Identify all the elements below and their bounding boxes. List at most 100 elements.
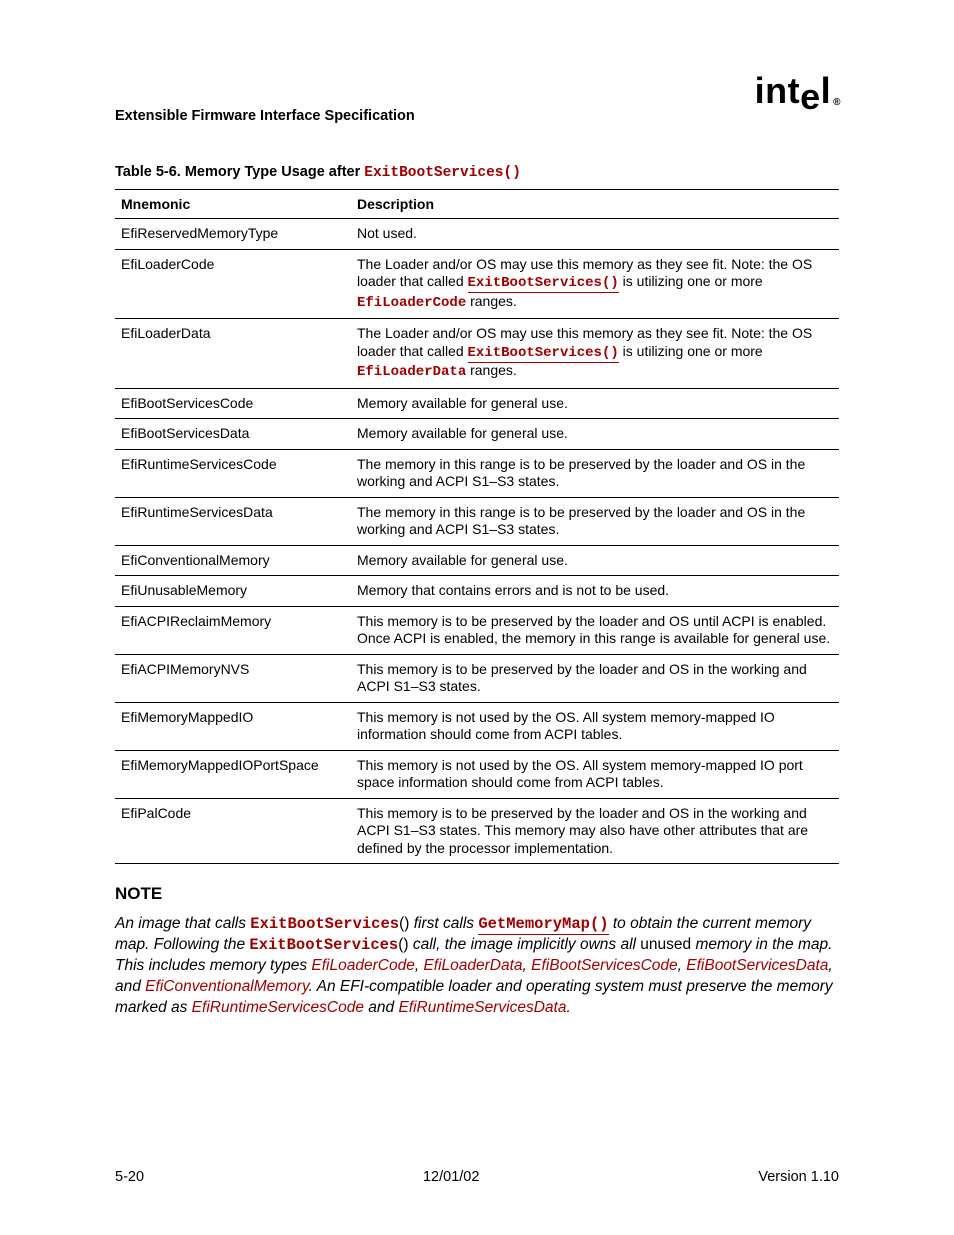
cell-mnemonic: EfiBootServicesCode <box>115 388 351 419</box>
page: Extensible Firmware Interface Specificat… <box>0 0 954 1235</box>
text: This memory is not used by the OS. All s… <box>357 757 803 791</box>
cell-mnemonic: EfiLoaderData <box>115 319 351 389</box>
text: ranges. <box>466 293 517 309</box>
text: Memory that contains errors and is not t… <box>357 582 669 598</box>
term-red: EfiRuntimeServicesData <box>398 999 566 1016</box>
text: This memory is not used by the OS. All s… <box>357 709 775 743</box>
text: Not used. <box>357 225 417 241</box>
code-token: EfiLoaderData <box>357 364 466 380</box>
text: Memory available for general use. <box>357 395 568 411</box>
text: ranges. <box>466 362 517 378</box>
text: . <box>566 999 570 1016</box>
note-heading: NOTE <box>115 884 839 904</box>
text: This memory is to be preserved by the lo… <box>357 661 807 695</box>
code-link[interactable]: ExitBootServices() <box>468 275 619 293</box>
table-row: EfiRuntimeServicesDataThe memory in this… <box>115 497 839 545</box>
text: () <box>398 936 408 953</box>
cell-description: This memory is to be preserved by the lo… <box>351 798 839 864</box>
cell-mnemonic: EfiMemoryMappedIO <box>115 702 351 750</box>
table-caption-code: ExitBootServices() <box>364 165 521 181</box>
cell-mnemonic: EfiConventionalMemory <box>115 545 351 576</box>
cell-mnemonic: EfiACPIMemoryNVS <box>115 654 351 702</box>
text: call, the image implicitly owns all <box>409 936 641 953</box>
trademark-icon: ® <box>833 97 841 108</box>
cell-mnemonic: EfiLoaderCode <box>115 249 351 319</box>
table-row: EfiUnusableMemory Memory that contains er… <box>115 576 839 607</box>
footer-page-number: 5-20 <box>115 1169 144 1185</box>
cell-mnemonic: EfiUnusableMemory <box>115 576 351 607</box>
memory-type-table: Mnemonic Description EfiReservedMemoryTy… <box>115 189 839 864</box>
text: and <box>364 999 398 1016</box>
table-row: EfiACPIReclaimMemoryThis memory is to be… <box>115 606 839 654</box>
text: The memory in this range is to be preser… <box>357 456 805 490</box>
code-token: EfiLoaderCode <box>357 295 466 311</box>
text: Memory available for general use. <box>357 425 568 441</box>
text: This memory is to be preserved by the lo… <box>357 613 830 647</box>
text: An image that calls <box>115 915 250 932</box>
text: The memory in this range is to be preser… <box>357 504 805 538</box>
page-footer: 5-20 12/01/02 Version 1.10 <box>115 1169 839 1185</box>
cell-description: The Loader and/or OS may use this memory… <box>351 319 839 389</box>
table-row: EfiConventionalMemory Memory available fo… <box>115 545 839 576</box>
code-token: ExitBootServices <box>250 915 399 933</box>
text: is utilizing one or more <box>619 343 763 359</box>
text: Memory available for general use. <box>357 552 568 568</box>
cell-description: This memory is to be preserved by the lo… <box>351 654 839 702</box>
footer-version: Version 1.10 <box>758 1169 839 1185</box>
table-row: EfiBootServicesData Memory available for … <box>115 419 839 450</box>
cell-mnemonic: EfiRuntimeServicesCode <box>115 449 351 497</box>
term-red: EfiBootServicesData <box>686 957 828 974</box>
text: This memory is to be preserved by the lo… <box>357 805 808 856</box>
cell-description: The memory in this range is to be preser… <box>351 497 839 545</box>
table-caption-prefix: Table 5-6. Memory Type Usage after <box>115 164 364 180</box>
text: is utilizing one or more <box>619 273 763 289</box>
table-row: EfiMemoryMappedIOPortSpaceThis memory is… <box>115 750 839 798</box>
table-row: EfiRuntimeServicesCodeThe memory in this… <box>115 449 839 497</box>
cell-description: The Loader and/or OS may use this memory… <box>351 249 839 319</box>
footer-date: 12/01/02 <box>423 1169 479 1185</box>
table-caption: Table 5-6. Memory Type Usage after ExitB… <box>115 164 839 181</box>
cell-mnemonic: EfiRuntimeServicesData <box>115 497 351 545</box>
cell-mnemonic: EfiMemoryMappedIOPortSpace <box>115 750 351 798</box>
table-row: EfiPalCodeThis memory is to be preserved… <box>115 798 839 864</box>
cell-description: The memory in this range is to be preser… <box>351 449 839 497</box>
text: , <box>523 957 532 974</box>
page-header: Extensible Firmware Interface Specificat… <box>115 82 839 124</box>
table-row: EfiLoaderCodeThe Loader and/or OS may us… <box>115 249 839 319</box>
table-row: EfiBootServicesCode Memory available for … <box>115 388 839 419</box>
header-mnemonic: Mnemonic <box>115 190 351 219</box>
table-row: EfiACPIMemoryNVSThis memory is to be pre… <box>115 654 839 702</box>
table-row: EfiMemoryMappedIOThis memory is not used… <box>115 702 839 750</box>
text: , <box>678 957 687 974</box>
code-token: ExitBootServices <box>249 936 398 954</box>
cell-description: Not used. <box>351 219 839 250</box>
cell-mnemonic: EfiPalCode <box>115 798 351 864</box>
text: first calls <box>409 915 478 932</box>
cell-description: This memory is not used by the OS. All s… <box>351 702 839 750</box>
term-red: EfiLoaderCode <box>311 957 414 974</box>
intel-logo: intel® <box>755 70 839 112</box>
header-description: Description <box>351 190 839 219</box>
cell-description: This memory is to be preserved by the lo… <box>351 606 839 654</box>
table-row: EfiReservedMemoryType Not used. <box>115 219 839 250</box>
cell-description: Memory available for general use. <box>351 388 839 419</box>
text: unused <box>640 936 691 953</box>
cell-description: This memory is not used by the OS. All s… <box>351 750 839 798</box>
cell-mnemonic: EfiReservedMemoryType <box>115 219 351 250</box>
cell-description: Memory that contains errors and is not t… <box>351 576 839 607</box>
term-red: EfiLoaderData <box>423 957 522 974</box>
note-body: An image that calls ExitBootServices() f… <box>115 914 839 1019</box>
doc-title: Extensible Firmware Interface Specificat… <box>115 108 415 124</box>
cell-mnemonic: EfiACPIReclaimMemory <box>115 606 351 654</box>
term-red: EfiBootServicesCode <box>531 957 677 974</box>
term-red: EfiRuntimeServicesCode <box>192 999 364 1016</box>
table-header-row: Mnemonic Description <box>115 190 839 219</box>
cell-description: Memory available for general use. <box>351 419 839 450</box>
code-link[interactable]: ExitBootServices() <box>468 345 619 363</box>
term-red: EfiConventionalMemory <box>145 978 308 995</box>
code-link[interactable]: GetMemoryMap() <box>478 915 608 935</box>
cell-mnemonic: EfiBootServicesData <box>115 419 351 450</box>
text: () <box>399 915 409 932</box>
table-row: EfiLoaderDataThe Loader and/or OS may us… <box>115 319 839 389</box>
cell-description: Memory available for general use. <box>351 545 839 576</box>
